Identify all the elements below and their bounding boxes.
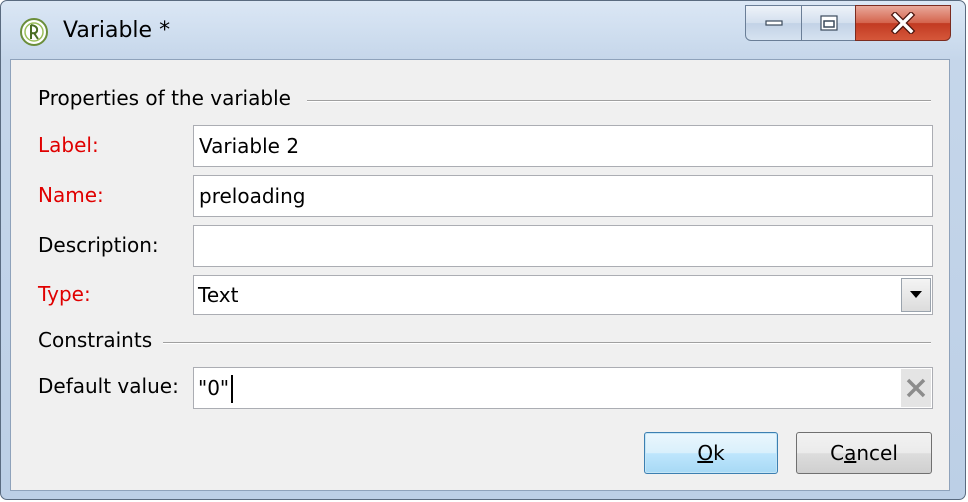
close-icon [890,12,916,34]
constraints-divider [163,342,931,344]
clear-default-button[interactable] [901,369,931,407]
ok-button[interactable]: Ok [644,432,778,474]
name-input[interactable] [193,175,933,217]
ok-label-rest: k [713,441,725,465]
cancel-label-rest: ncel [856,441,898,465]
label-caption: Label: [38,133,99,157]
properties-section-title: Properties of the variable [38,86,291,110]
type-selected-value: Text [198,283,239,307]
dialog-body: Properties of the variable Label: Name: … [10,59,950,491]
text-caret [231,375,233,403]
cancel-label-pre: C [830,441,845,465]
default-value-text: "0" [198,376,230,400]
properties-divider [307,100,931,102]
constraints-section-title: Constraints [38,328,153,352]
minimize-icon [764,20,783,26]
label-input[interactable] [193,125,933,167]
ok-mnemonic: O [697,441,714,465]
chevron-down-icon [910,291,922,298]
cancel-button[interactable]: Ca ncel [796,432,932,474]
variable-dialog: Variable * Properties of the variable La… [0,0,966,500]
type-dropdown-button[interactable] [901,278,931,312]
minimize-button[interactable] [745,5,802,41]
title-bar[interactable]: Variable * [1,1,965,59]
app-logo-icon [20,18,48,46]
close-button[interactable] [855,5,951,41]
clear-x-icon [906,378,926,398]
maximize-button[interactable] [801,5,856,41]
description-caption: Description: [38,233,159,257]
window-title: Variable * [63,18,171,43]
cancel-mnemonic: a [844,441,857,465]
default-value-field[interactable]: "0" [193,367,933,409]
type-caption: Type: [38,282,91,306]
name-caption: Name: [38,183,104,207]
maximize-icon [819,15,838,31]
type-select[interactable]: Text [193,275,933,315]
default-value-caption: Default value: [38,374,179,398]
description-input[interactable] [193,225,933,267]
